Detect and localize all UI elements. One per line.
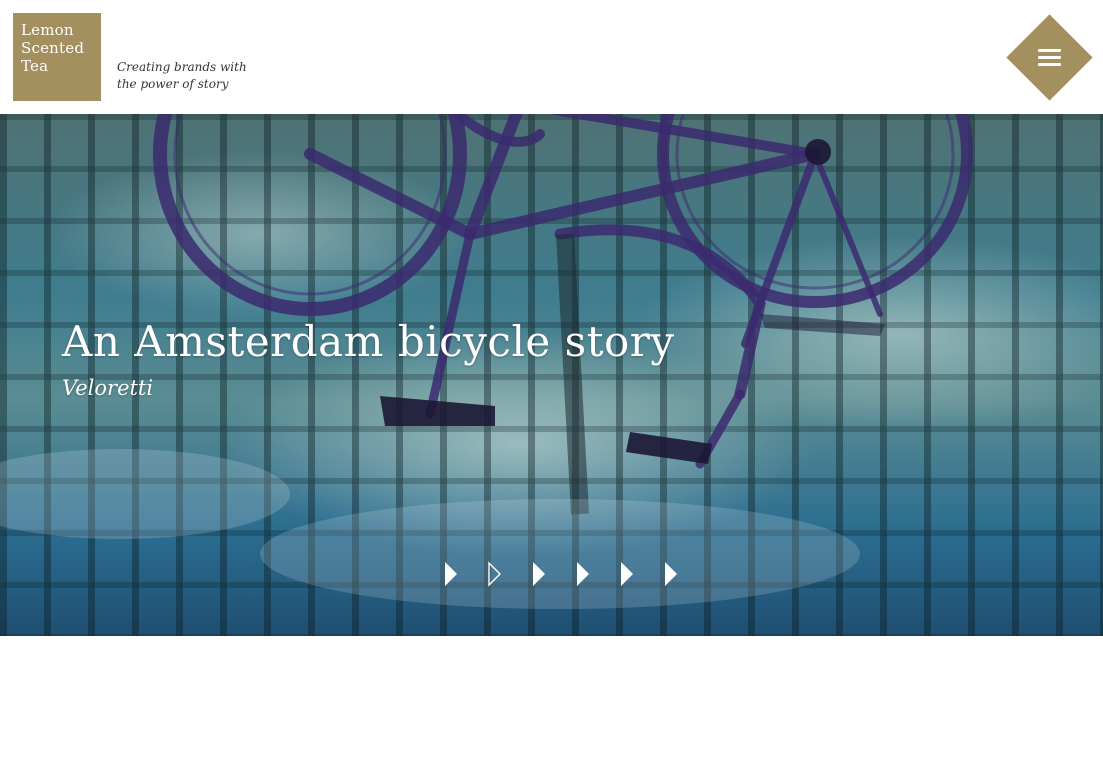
slide-2-button[interactable] xyxy=(484,560,506,588)
play-triangle-icon xyxy=(621,562,633,586)
hamburger-menu-icon xyxy=(1038,49,1061,67)
play-triangle-outline-icon xyxy=(488,561,501,587)
hero-subtitle: Veloretti xyxy=(62,376,154,400)
brand-tagline: Creating brands with the power of story xyxy=(117,59,247,93)
slide-6-button[interactable] xyxy=(660,560,682,588)
page: Lemon Scented Tea Creating brands with t… xyxy=(0,0,1103,779)
slider-navigation xyxy=(440,560,690,588)
logo-line: Lemon xyxy=(21,21,74,39)
logo-line: Tea xyxy=(21,57,49,75)
bicycle-illustration xyxy=(0,114,973,609)
hero-title: An Amsterdam bicycle story xyxy=(62,317,675,366)
brand-logo[interactable]: Lemon Scented Tea xyxy=(13,13,101,101)
play-triangle-icon xyxy=(533,562,545,586)
slide-1-button[interactable] xyxy=(440,560,462,588)
hero-banner: An Amsterdam bicycle story Veloretti xyxy=(0,114,1103,636)
site-header: Lemon Scented Tea Creating brands with t… xyxy=(0,0,1103,114)
logo-line: Scented xyxy=(21,39,85,57)
slide-4-button[interactable] xyxy=(572,560,594,588)
slide-3-button[interactable] xyxy=(528,560,550,588)
slide-5-button[interactable] xyxy=(616,560,638,588)
menu-button[interactable] xyxy=(1006,14,1093,101)
play-triangle-icon xyxy=(577,562,589,586)
play-triangle-icon xyxy=(665,562,677,586)
tagline-line: Creating brands with xyxy=(117,60,247,74)
play-triangle-icon xyxy=(445,562,457,586)
tagline-line: the power of story xyxy=(117,77,229,91)
